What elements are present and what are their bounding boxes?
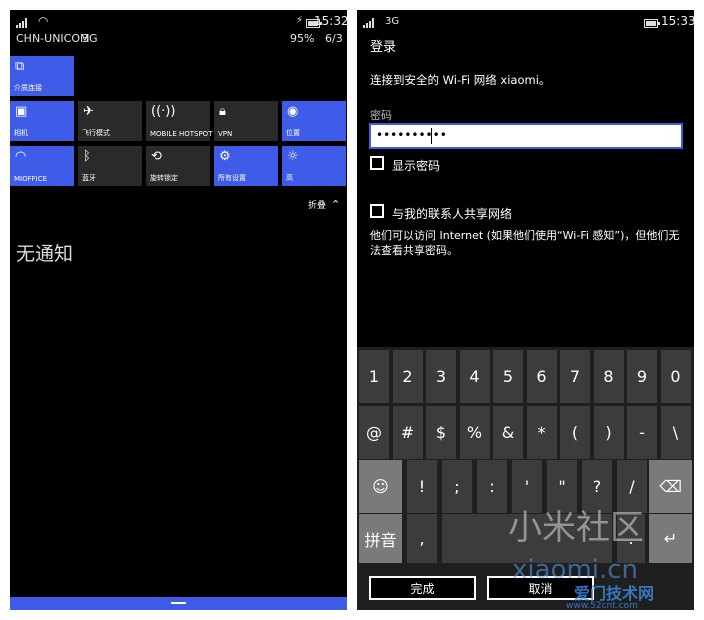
key-slash[interactable]: /: [617, 460, 647, 513]
password-value: ••••••••••: [376, 128, 447, 142]
carrier-name: CHN-UNICOM: [16, 32, 90, 45]
password-label: 密码: [370, 109, 392, 122]
show-password-row[interactable]: 显示密码: [370, 155, 570, 175]
page-title: 登录: [370, 40, 397, 55]
show-password-checkbox[interactable]: [370, 156, 384, 170]
backspace-icon: ⌫: [659, 477, 682, 496]
done-button[interactable]: 完成: [369, 576, 476, 600]
no-notifications-text: 无通知: [16, 243, 74, 265]
lock-icon: 🔒︎: [219, 104, 226, 119]
tile-mobile-hotspot[interactable]: ((·)) MOBILE HOTSPOT: [146, 101, 212, 141]
gear-icon: ⚙: [219, 149, 231, 164]
signal-strength-icon: [16, 18, 30, 28]
date: 6/3: [325, 32, 343, 45]
password-field[interactable]: ••••••••••: [369, 123, 683, 149]
key-emoji[interactable]: ☺: [359, 460, 402, 513]
hotspot-icon: ((·)): [151, 104, 176, 119]
charging-icon: ⚡: [296, 15, 304, 26]
clock: 15:33: [661, 14, 694, 28]
key-at[interactable]: @: [359, 406, 389, 459]
key-comma[interactable]: ,: [407, 514, 437, 563]
key-3[interactable]: 3: [426, 350, 456, 403]
brightness-icon: ☼: [287, 149, 299, 164]
text-cursor: [431, 128, 432, 144]
key-enter[interactable]: ↵: [649, 514, 692, 563]
enter-icon: ↵: [663, 529, 678, 548]
chevron-up-icon: ⌃: [331, 198, 341, 211]
cancel-button[interactable]: 取消: [487, 576, 594, 600]
key-asterisk[interactable]: *: [526, 406, 557, 459]
tile-media-connect[interactable]: ⧉ 介质连接: [10, 56, 74, 96]
tile-all-settings[interactable]: ⚙ 所有设置: [214, 146, 278, 186]
wifi-signin-screen: 3G 15:33 登录 连接到安全的 Wi-Fi 网络 xiaomi。 密码 •…: [357, 10, 694, 610]
show-password-label: 显示密码: [392, 159, 441, 173]
share-network-label: 与我的联系人共享网络: [392, 207, 513, 221]
emoji-icon: ☺: [372, 477, 389, 496]
key-quote[interactable]: ': [512, 460, 542, 513]
signal-strength-icon: [363, 18, 377, 28]
airplane-icon: ✈: [83, 104, 94, 119]
key-1[interactable]: 1: [359, 350, 389, 403]
tile-rotation-lock[interactable]: ⟲ 旋转锁定: [146, 146, 210, 186]
tile-vpn[interactable]: 🔒︎ VPN: [214, 101, 278, 141]
rotation-lock-icon: ⟲: [151, 149, 162, 164]
key-6[interactable]: 6: [526, 350, 557, 403]
key-rparen[interactable]: ): [593, 406, 624, 459]
share-network-description: 他们可以访问 Internet (如果他们使用“Wi-Fi 感知”)，但他们无法…: [370, 229, 680, 257]
bottom-handle-bar[interactable]: [10, 597, 347, 610]
key-9[interactable]: 9: [627, 350, 657, 403]
tile-location[interactable]: ◉ 位置: [282, 101, 346, 141]
share-network-row[interactable]: 与我的联系人共享网络: [370, 203, 630, 223]
key-ampersand[interactable]: &: [493, 406, 523, 459]
tile-bluetooth[interactable]: ᛒ 蓝牙: [78, 146, 142, 186]
battery-percent: 95%: [290, 32, 315, 45]
key-pinyin[interactable]: 拼音: [359, 514, 402, 563]
network-type: 3G: [82, 32, 98, 45]
key-space[interactable]: [442, 514, 612, 563]
key-5[interactable]: 5: [493, 350, 523, 403]
tile-airplane-mode[interactable]: ✈ 飞行模式: [78, 101, 142, 141]
key-percent[interactable]: %: [459, 406, 490, 459]
collapse-button[interactable]: 折叠 ⌃: [308, 198, 340, 211]
key-backspace[interactable]: ⌫: [649, 460, 692, 513]
connect-icon: ⧉: [15, 59, 25, 74]
handle-grip: [171, 602, 186, 604]
action-center-screen: ◠ ⚡ 15:32 CHN-UNICOM 3G 95% 6/3 ⧉ 介质连接 ▣…: [10, 10, 347, 610]
tile-wifi[interactable]: ◠ MIOFFICE: [10, 146, 74, 186]
key-semicolon[interactable]: ;: [442, 460, 472, 513]
clock: 15:32: [314, 14, 347, 28]
tile-camera[interactable]: ▣ 相机: [10, 101, 74, 141]
camera-icon: ▣: [15, 104, 28, 119]
on-screen-keyboard: 1234567890 @ # $% & *() - \ ☺!;: ' "? / ⌫ 拼音 , . ↵…: [357, 347, 694, 610]
key-exclaim[interactable]: !: [407, 460, 437, 513]
battery-icon: [644, 19, 660, 28]
key-0[interactable]: 0: [660, 350, 691, 403]
network-type: 3G: [385, 16, 400, 27]
connect-message: 连接到安全的 Wi-Fi 网络 xiaomi。: [370, 73, 551, 87]
key-dash[interactable]: -: [627, 406, 657, 459]
key-hash[interactable]: #: [392, 406, 423, 459]
key-lparen[interactable]: (: [560, 406, 590, 459]
bluetooth-icon: ᛒ: [83, 149, 91, 164]
key-7[interactable]: 7: [560, 350, 590, 403]
key-colon[interactable]: :: [477, 460, 507, 513]
key-period[interactable]: .: [617, 514, 645, 563]
key-backslash[interactable]: \: [660, 406, 691, 459]
wifi-icon: ◠: [15, 149, 27, 164]
key-8[interactable]: 8: [593, 350, 624, 403]
key-4[interactable]: 4: [459, 350, 490, 403]
share-network-checkbox[interactable]: [370, 204, 384, 218]
key-dquote[interactable]: ": [547, 460, 577, 513]
location-icon: ◉: [287, 104, 299, 119]
key-2[interactable]: 2: [392, 350, 423, 403]
key-question[interactable]: ?: [582, 460, 612, 513]
wifi-status-icon: ◠: [38, 14, 49, 28]
tile-brightness[interactable]: ☼ 高: [282, 146, 346, 186]
key-dollar[interactable]: $: [426, 406, 456, 459]
